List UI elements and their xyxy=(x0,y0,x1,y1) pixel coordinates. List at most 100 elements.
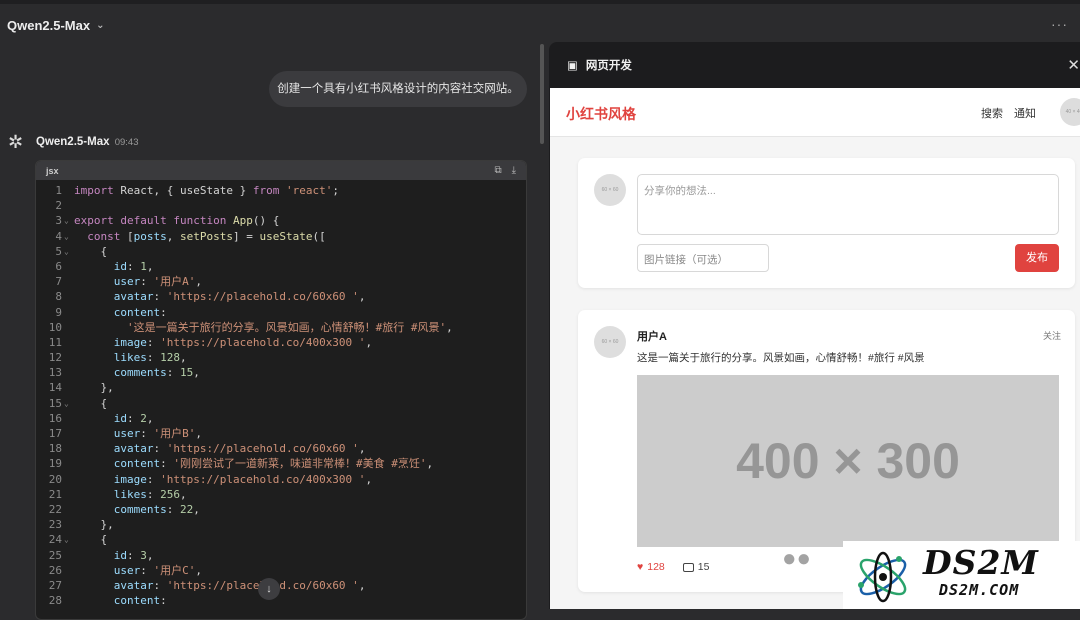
fold-gutter xyxy=(62,335,74,350)
comment-button[interactable]: 15 xyxy=(682,561,710,573)
fold-chevron-icon[interactable]: ⌄ xyxy=(62,244,74,259)
model-selector[interactable]: Qwen2.5-Max ⌄ xyxy=(7,18,104,33)
code-line: 28 content: xyxy=(36,593,526,608)
model-name: Qwen2.5-Max xyxy=(7,18,91,33)
code-line: 12 likes: 128, xyxy=(36,350,526,365)
code-line: 10 '这是一篇关于旅行的分享。风景如画，心情舒畅！#旅行 #风景', xyxy=(36,320,526,335)
line-number: 27 xyxy=(48,578,62,592)
image-link-input[interactable]: 图片链接（可选） xyxy=(637,244,769,272)
line-number: 9 xyxy=(55,305,62,319)
user-message: 创建一个具有小红书风格设计的内容社交网站。 xyxy=(269,71,527,107)
fold-gutter xyxy=(62,183,74,198)
code-line: 24 ⌄ { xyxy=(36,532,526,547)
line-number: 25 xyxy=(48,548,62,562)
line-number: 15 xyxy=(48,396,62,410)
line-number: 14 xyxy=(48,381,62,395)
fold-gutter xyxy=(62,411,74,426)
fold-gutter xyxy=(62,517,74,532)
composer-textarea[interactable]: 分享你的想法... xyxy=(637,174,1059,235)
wechat-watermark-icon: ●● xyxy=(782,545,811,572)
scroll-down-button[interactable]: ↓ xyxy=(258,578,280,600)
code-line: 1 import React, { useState } from 'react'… xyxy=(36,183,526,198)
line-number: 3 xyxy=(55,214,62,228)
watermark-subtitle: DS2M.COM xyxy=(939,581,1020,599)
chat-scrollbar[interactable] xyxy=(540,44,544,144)
nav-notify-link[interactable]: 通知 xyxy=(1014,105,1036,121)
fold-chevron-icon[interactable]: ⌄ xyxy=(62,532,74,547)
heart-icon: ♥ xyxy=(637,561,644,573)
code-line: 25 id: 3, xyxy=(36,548,526,563)
close-icon[interactable]: ✕ xyxy=(1067,56,1080,74)
code-text: comments: 22, xyxy=(113,502,200,516)
nav-search-link[interactable]: 搜索 xyxy=(981,105,1003,121)
qwen-logo-icon: ✲ xyxy=(8,132,24,152)
fold-gutter xyxy=(62,305,74,320)
code-language: jsx xyxy=(46,165,59,176)
code-text: export default function App() { xyxy=(74,214,280,228)
chat-area: 创建一个具有小红书风格设计的内容社交网站。 ✲ Qwen2.5-Max 09:4… xyxy=(0,44,545,620)
copy-icon[interactable]: ⧉ xyxy=(494,165,501,176)
code-line: 13 comments: 15, xyxy=(36,365,526,380)
post-actions: ♥ 128 15 xyxy=(637,561,709,573)
watermark-title: DS2M xyxy=(923,543,1039,582)
line-number: 28 xyxy=(48,594,62,608)
code-text: likes: 128, xyxy=(113,351,187,365)
fold-gutter xyxy=(62,274,74,289)
code-text: user: '用户C', xyxy=(113,563,202,577)
fold-gutter xyxy=(62,548,74,563)
code-line: 15 ⌄ { xyxy=(36,396,526,411)
code-line: 16 id: 2, xyxy=(36,411,526,426)
web-preview: 小红书风格 搜索 通知 40 × 40 60 × 60 分享你的想法... 图片… xyxy=(550,88,1080,609)
code-line: 6 id: 1, xyxy=(36,259,526,274)
more-options-button[interactable]: ··· xyxy=(1051,16,1068,32)
follow-button[interactable]: 关注 xyxy=(1043,329,1061,342)
line-number: 13 xyxy=(48,366,62,380)
code-text: id: 3, xyxy=(113,548,154,562)
comment-icon xyxy=(682,562,694,572)
code-text: }, xyxy=(74,518,114,532)
chevron-down-icon: ⌄ xyxy=(96,20,105,31)
fold-chevron-icon[interactable]: ⌄ xyxy=(62,229,74,244)
code-line: 20 image: 'https://placehold.co/400x300 … xyxy=(36,472,526,487)
code-text: image: 'https://placehold.co/400x300 ', xyxy=(113,335,373,349)
fold-chevron-icon[interactable]: ⌄ xyxy=(62,396,74,411)
preview-panel: ▣ 网页开发 ✕ 小红书风格 搜索 通知 40 × 40 60 × 60 分享你… xyxy=(549,42,1080,609)
download-icon[interactable]: ⤓ xyxy=(512,165,516,176)
post-username[interactable]: 用户A xyxy=(637,328,667,344)
code-text: id: 1, xyxy=(113,259,154,273)
code-block: jsx ⧉ ⤓ 1 import React, { useState } from… xyxy=(35,160,527,620)
site-brand[interactable]: 小红书风格 xyxy=(566,104,636,124)
code-text: content: '刚刚尝试了一道新菜，味道非常棒！#美食 #烹饪', xyxy=(113,457,434,471)
fold-gutter xyxy=(62,441,74,456)
code-text: content: xyxy=(113,305,167,319)
fold-gutter xyxy=(62,350,74,365)
code-line: 8 avatar: 'https://placehold.co/60x60 ', xyxy=(36,289,526,304)
line-number: 7 xyxy=(55,275,62,289)
panel-title: 网页开发 xyxy=(585,60,632,72)
publish-button[interactable]: 发布 xyxy=(1015,244,1059,272)
code-text: }, xyxy=(74,381,114,395)
nav-avatar[interactable]: 40 × 40 xyxy=(1060,98,1080,126)
line-number: 26 xyxy=(48,563,62,577)
message-time: 09:43 xyxy=(114,137,139,148)
line-number: 6 xyxy=(55,259,62,273)
post-avatar: 60 × 60 xyxy=(594,326,626,358)
code-text: { xyxy=(74,244,108,258)
fold-gutter xyxy=(62,593,74,608)
fold-gutter xyxy=(62,563,74,578)
code-text: id: 2, xyxy=(113,411,154,425)
line-number: 17 xyxy=(48,427,62,440)
top-bar: Qwen2.5-Max ⌄ ··· xyxy=(0,0,1080,44)
assistant-name-text: Qwen2.5-Max xyxy=(36,136,110,148)
like-button[interactable]: ♥ 128 xyxy=(637,561,665,573)
comment-count: 15 xyxy=(697,561,710,573)
fold-chevron-icon[interactable]: ⌄ xyxy=(62,213,74,228)
code-line: 5 ⌄ { xyxy=(36,244,526,259)
line-number: 21 xyxy=(48,487,62,501)
code-line: 18 avatar: 'https://placehold.co/60x60 '… xyxy=(36,441,526,456)
fold-gutter xyxy=(62,259,74,274)
code-line: 22 comments: 22, xyxy=(36,502,526,517)
code-line: 23 }, xyxy=(36,517,526,532)
line-number: 11 xyxy=(48,335,62,349)
line-number: 1 xyxy=(55,184,62,197)
